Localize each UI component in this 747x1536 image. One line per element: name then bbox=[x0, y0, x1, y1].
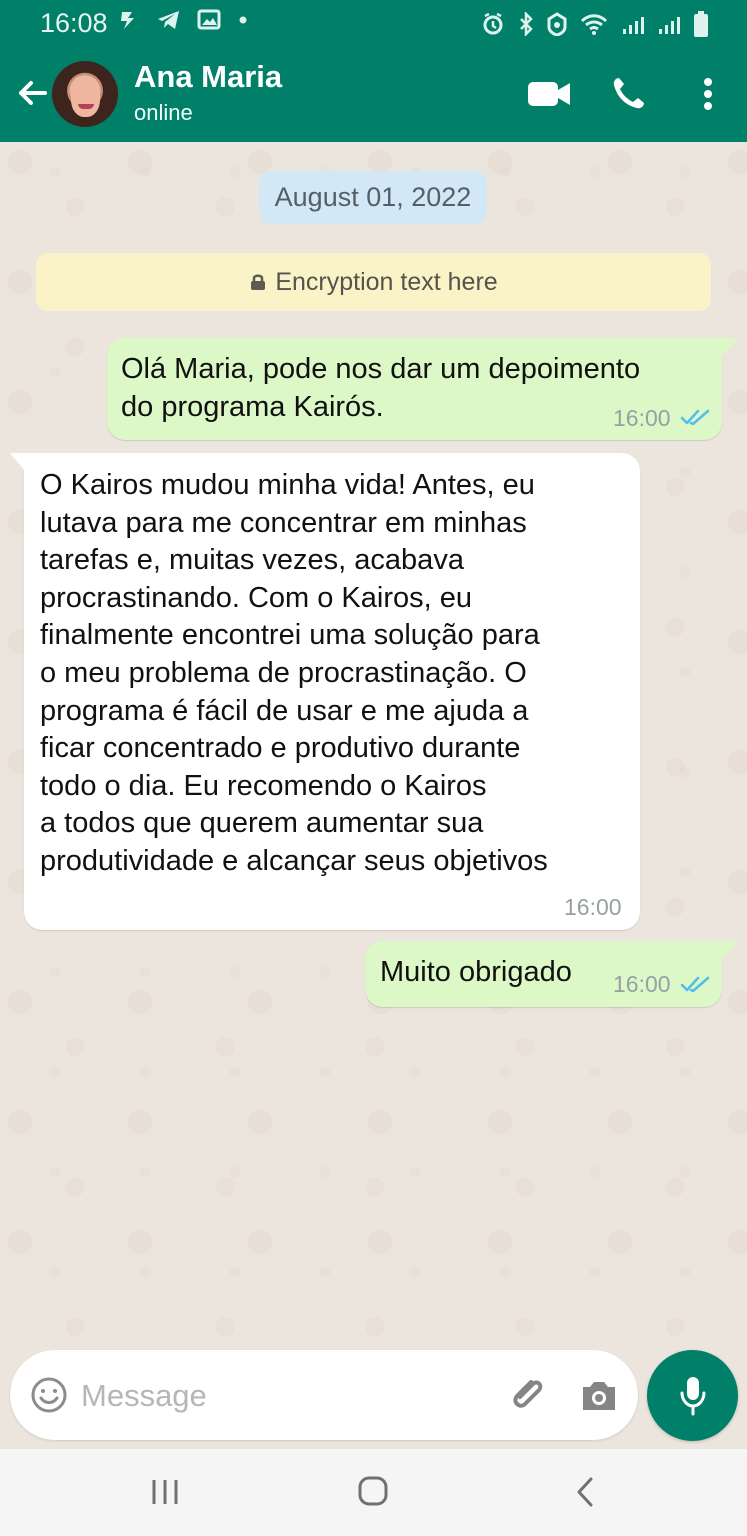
double-check-icon bbox=[680, 409, 710, 426]
encryption-notice: Encryption text here bbox=[36, 253, 711, 311]
telegram-icon bbox=[158, 11, 179, 29]
message-time: 16:00 bbox=[613, 405, 671, 431]
double-check-icon bbox=[680, 976, 710, 993]
message-text: O Kairos mudou minha vida! Antes, eu lut… bbox=[40, 469, 548, 877]
status-right-icons bbox=[481, 10, 709, 38]
microphone-icon bbox=[680, 1377, 706, 1416]
alarm-icon bbox=[483, 12, 503, 35]
message-text: Muito obrigado bbox=[380, 956, 572, 988]
message-composer bbox=[10, 1350, 638, 1440]
message-input[interactable] bbox=[79, 1370, 488, 1422]
back-icon[interactable] bbox=[574, 1476, 596, 1508]
signal-icon bbox=[659, 17, 680, 34]
home-icon[interactable] bbox=[356, 1474, 390, 1508]
dot-icon bbox=[239, 16, 247, 24]
system-navigation-bar bbox=[0, 1449, 747, 1536]
back-arrow-icon[interactable] bbox=[14, 75, 50, 111]
status-left-icons bbox=[118, 9, 249, 31]
date-separator: August 01, 2022 bbox=[259, 171, 487, 224]
status-time: 16:08 bbox=[40, 8, 108, 38]
more-options-icon[interactable] bbox=[700, 75, 716, 113]
video-call-icon[interactable] bbox=[526, 77, 572, 111]
contact-name[interactable]: Ana Maria bbox=[134, 59, 282, 95]
contact-status: online bbox=[134, 100, 193, 125]
incoming-message[interactable]: O Kairos mudou minha vida! Antes, eu lut… bbox=[10, 453, 640, 930]
microphone-button[interactable] bbox=[647, 1350, 738, 1441]
battery-icon bbox=[694, 11, 708, 37]
emoji-icon[interactable] bbox=[29, 1375, 69, 1415]
chat-header: Ana Maria online bbox=[0, 48, 747, 142]
encryption-text: Encryption text here bbox=[275, 267, 498, 296]
avatar[interactable] bbox=[52, 61, 118, 127]
phone-icon[interactable] bbox=[609, 75, 647, 113]
image-icon bbox=[197, 9, 221, 30]
camera-icon[interactable] bbox=[578, 1377, 620, 1415]
security-icon bbox=[547, 12, 567, 36]
outgoing-message[interactable]: Olá Maria, pode nos dar um depoimento do… bbox=[107, 338, 739, 440]
signal-icon bbox=[623, 17, 644, 34]
recent-apps-icon[interactable] bbox=[150, 1477, 180, 1507]
wifi-icon bbox=[580, 14, 608, 35]
bluetooth-icon bbox=[520, 12, 533, 36]
status-bar: 16:08 bbox=[0, 0, 747, 48]
notification-icon bbox=[121, 12, 134, 29]
message-time: 16:00 bbox=[613, 971, 671, 997]
message-time: 16:00 bbox=[564, 894, 622, 920]
outgoing-message[interactable]: Muito obrigado 16:00 bbox=[365, 941, 739, 1007]
lock-icon bbox=[251, 274, 266, 290]
attachment-icon[interactable] bbox=[507, 1373, 549, 1415]
